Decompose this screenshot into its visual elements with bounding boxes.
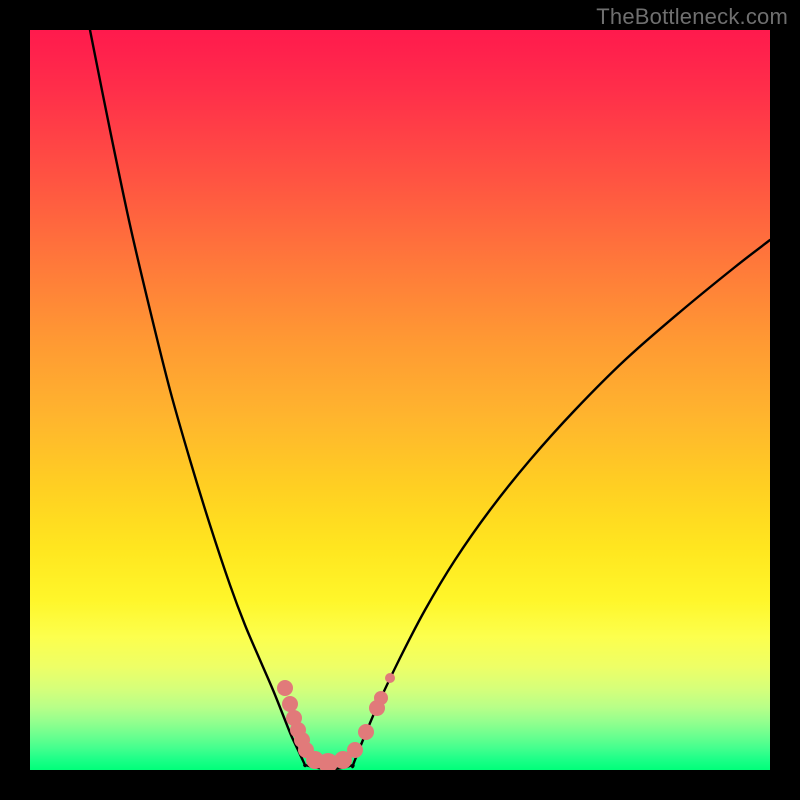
marker-dot — [385, 673, 395, 683]
watermark-text: TheBottleneck.com — [596, 4, 788, 30]
curve-layer — [30, 30, 770, 770]
marker-group — [277, 673, 395, 770]
marker-dot — [358, 724, 374, 740]
marker-dot — [347, 742, 363, 758]
marker-dot — [282, 696, 298, 712]
marker-dot — [277, 680, 293, 696]
plot-area — [30, 30, 770, 770]
chart-stage: TheBottleneck.com — [0, 0, 800, 800]
marker-dot — [374, 691, 388, 705]
bottleneck-curve-path — [90, 30, 770, 769]
